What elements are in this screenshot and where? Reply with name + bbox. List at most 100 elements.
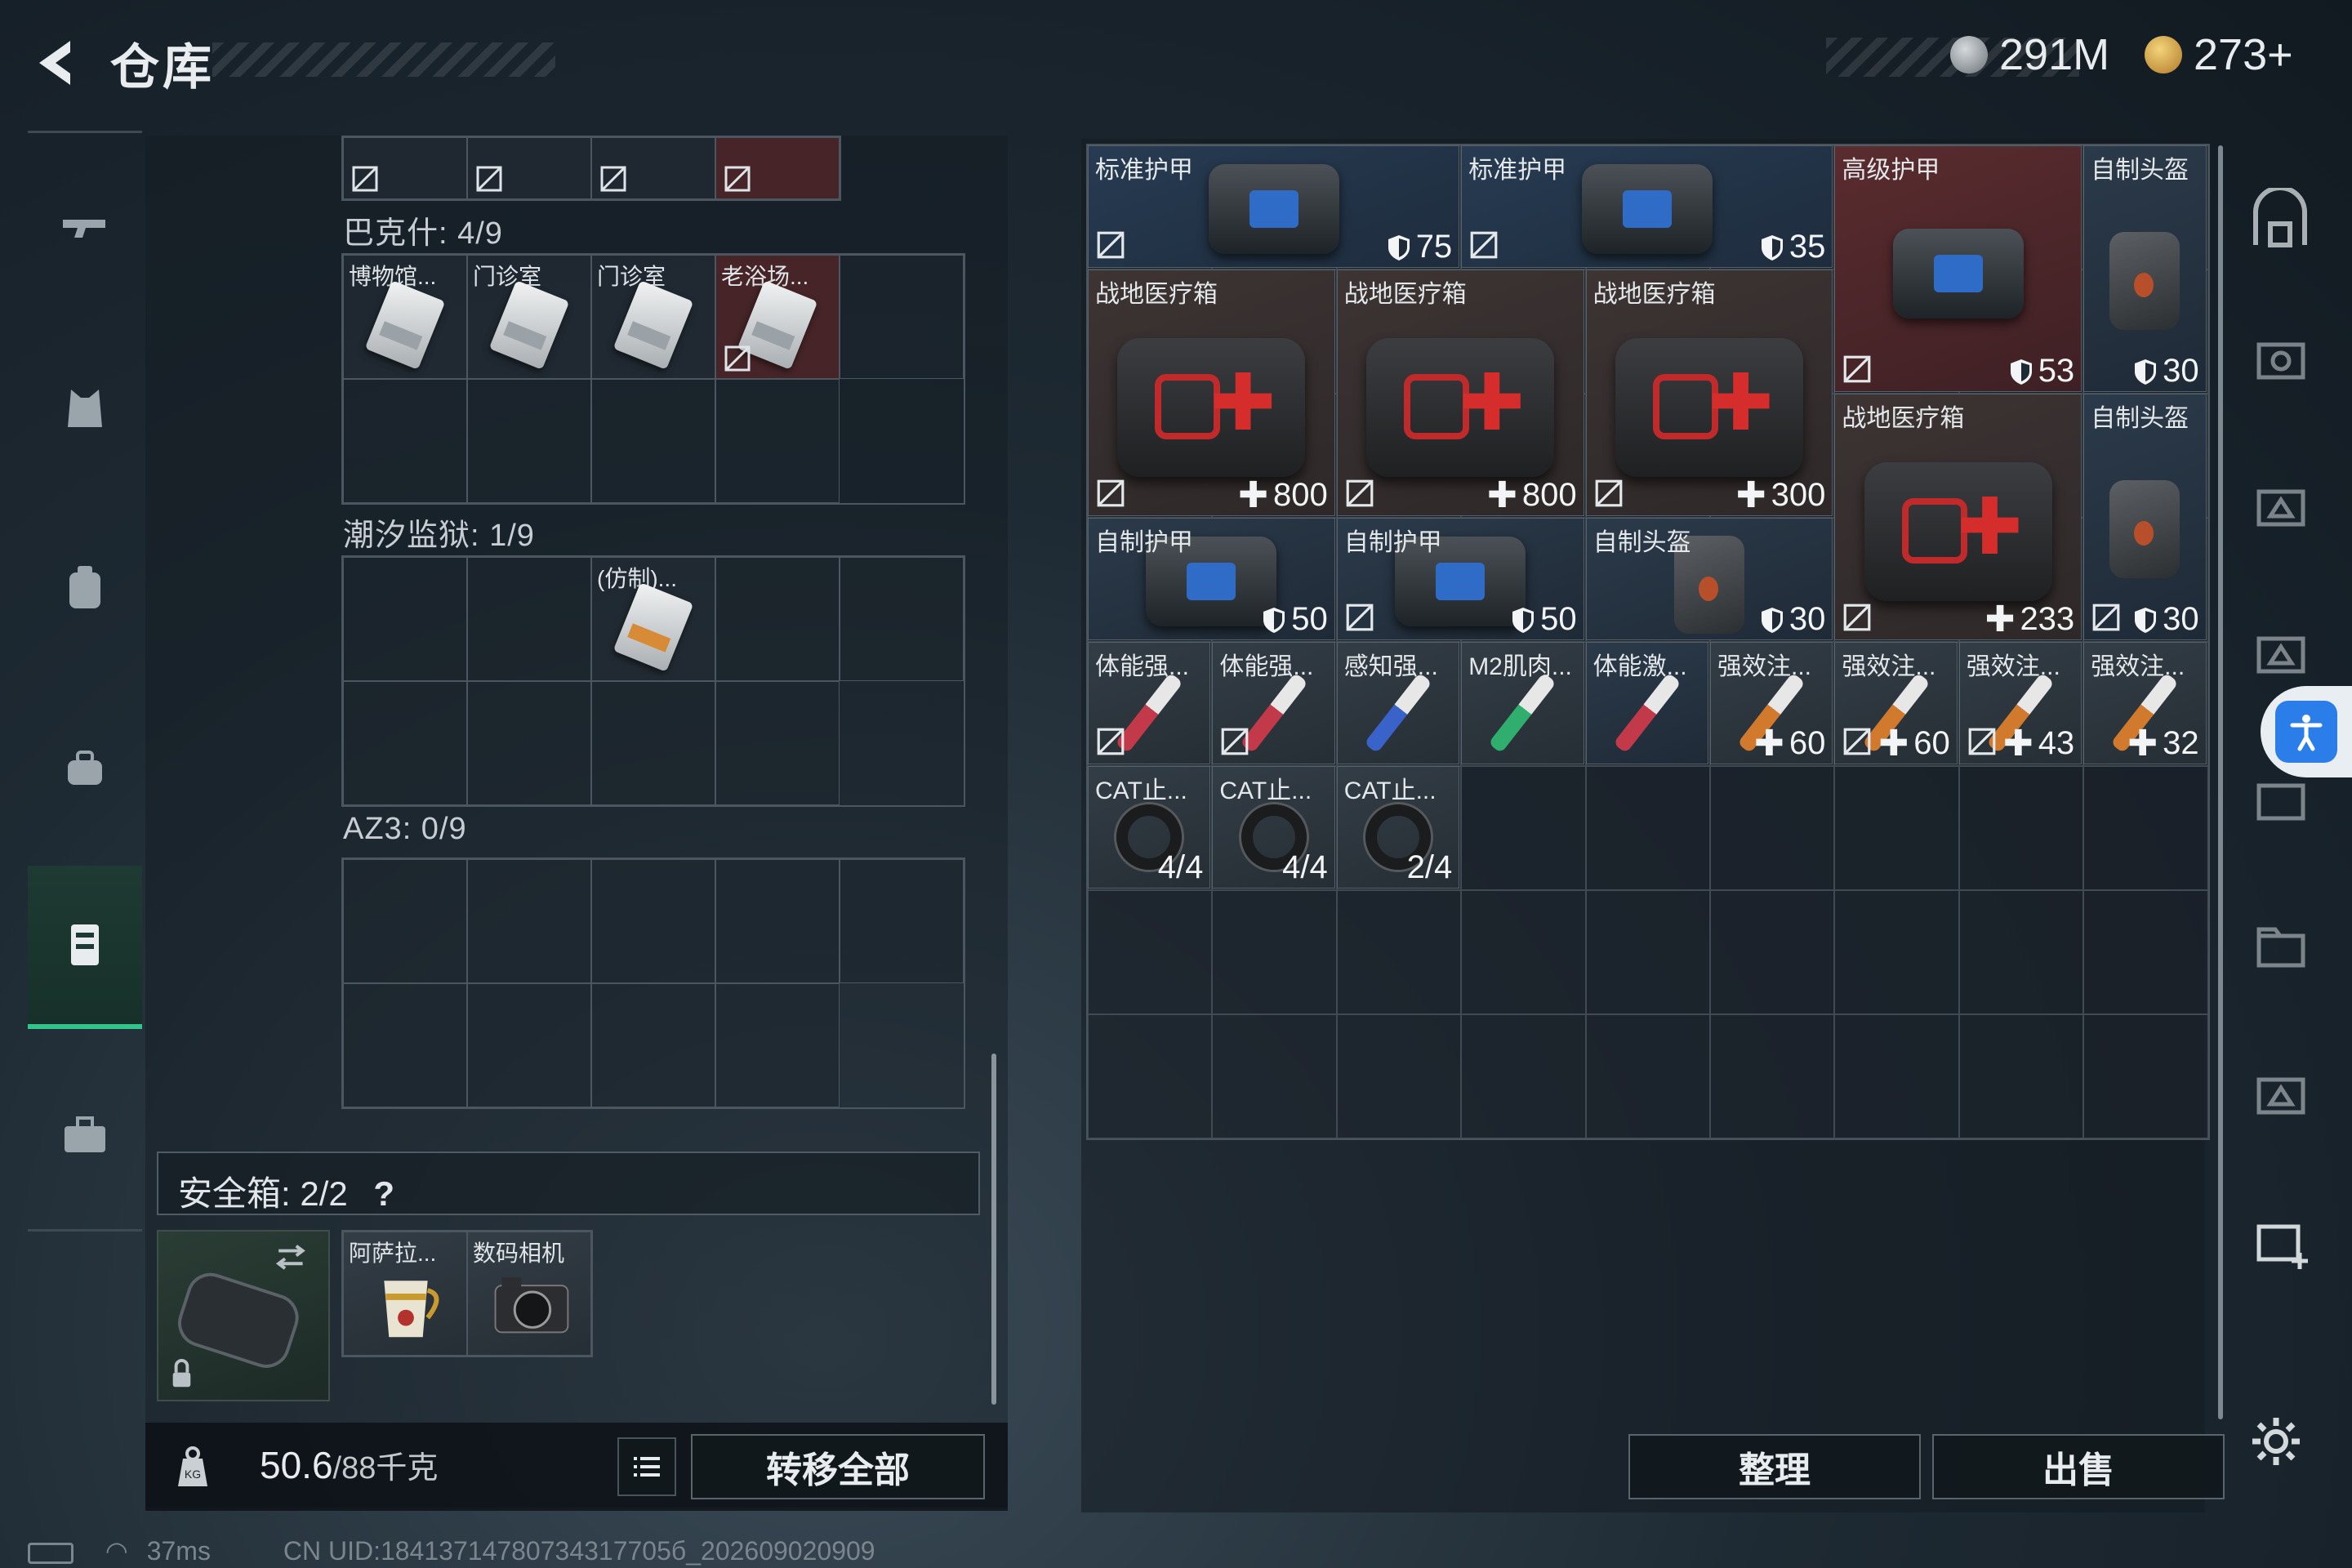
add-storage-page-icon[interactable] [2247,1209,2313,1274]
grid-cell[interactable] [2083,890,2208,1014]
grid-cell[interactable] [1834,1014,1959,1138]
keycard-item[interactable]: 门诊室 [467,255,591,379]
sidebar-item-bag[interactable] [28,686,142,849]
grid-cell[interactable] [1461,766,1586,890]
grid-cell[interactable] [1461,890,1586,1014]
currency-2[interactable]: 273+ [2145,29,2293,80]
grid-cell[interactable] [343,859,467,983]
left-scrollbar[interactable] [991,1054,996,1405]
sidebar-item-backpack[interactable] [28,506,142,670]
grid-cell[interactable] [1585,890,1710,1014]
grid-cell[interactable] [1709,1014,1835,1138]
grid-cell[interactable] [343,557,467,681]
grid-cell[interactable] [591,379,715,503]
grid-cell[interactable] [1585,1014,1710,1138]
storage-item[interactable]: 体能激... [1585,642,1708,764]
storage-item[interactable]: 自制头盔 30 [1585,518,1833,640]
grid-cell[interactable] [840,557,964,681]
grid-cell[interactable] [1709,890,1835,1014]
grid-cell[interactable] [715,557,840,681]
storage-item[interactable]: 高级护甲 53 [1834,145,2082,392]
safebox-item[interactable]: 阿萨拉... [343,1232,467,1356]
storage-item[interactable]: 强效注... ✚ 32 [2083,642,2207,764]
grid-cell[interactable] [467,379,591,503]
storage-item[interactable]: 战地医疗箱 ✚233 [1834,394,2082,640]
storage-item[interactable]: 自制头盔 30 [2083,394,2207,640]
list-view-button[interactable] [617,1437,676,1496]
grid-cell[interactable] [591,681,715,805]
grid-cell[interactable] [2083,1014,2208,1138]
keycard-item[interactable]: (仿制)... [591,557,715,681]
storage-item[interactable]: CAT止... 2/4 [1336,766,1460,889]
storage-page-4-icon[interactable] [2247,621,2313,686]
accessibility-button[interactable] [2261,686,2352,777]
grid-cell[interactable] [467,681,591,805]
keycard-item[interactable]: 博物馆... [343,255,467,379]
grid-cell[interactable] [1336,890,1462,1014]
grid-cell[interactable] [1834,766,1959,890]
sell-button[interactable]: 出售 [1932,1434,2225,1499]
settings-gear-icon[interactable] [2247,1413,2305,1470]
storage-home-icon[interactable] [2247,188,2313,253]
grid-cell[interactable] [343,681,467,805]
grid-cell[interactable] [715,681,840,805]
grid-cell[interactable] [840,255,964,379]
grid-cell[interactable] [715,379,840,503]
sidebar-item-storage[interactable] [28,866,142,1029]
storage-page-2-icon[interactable] [2247,327,2313,392]
grid-cell[interactable] [1336,1014,1462,1138]
grid-cell[interactable] [1834,890,1959,1014]
keycard-item[interactable]: 老浴场... [715,255,840,379]
storage-item[interactable]: 体能强... [1088,642,1211,764]
grid-cell[interactable] [1958,1014,2084,1138]
grid-cell[interactable] [715,137,840,199]
storage-page-7-icon[interactable] [2247,1062,2313,1127]
storage-item[interactable]: 自制头盔 30 [2083,145,2207,392]
grid-cell[interactable] [1088,890,1213,1014]
grid-cell[interactable] [1585,766,1710,890]
grid-cell[interactable] [591,137,715,199]
grid-cell[interactable] [343,379,467,503]
storage-item[interactable]: 战地医疗箱 ✚800 [1336,270,1584,516]
grid-cell[interactable] [343,983,467,1107]
keycard-item[interactable]: 门诊室 [591,255,715,379]
storage-item[interactable]: 强效注... ✚ 43 [1958,642,2082,764]
grid-cell[interactable] [467,859,591,983]
grid-cell[interactable] [591,859,715,983]
storage-item[interactable]: CAT止... 4/4 [1212,766,1335,889]
storage-item[interactable]: CAT止... 4/4 [1088,766,1211,889]
sidebar-item-vest[interactable] [28,327,142,490]
transfer-all-button[interactable]: 转移全部 [691,1434,985,1499]
grid-cell[interactable] [1088,1014,1213,1138]
currency-1[interactable]: 291M [1950,29,2109,80]
grid-cell[interactable] [715,983,840,1107]
grid-cell[interactable] [1709,766,1835,890]
grid-cell[interactable] [467,557,591,681]
sort-button[interactable]: 整理 [1628,1434,1921,1499]
storage-item[interactable]: 感知强... [1336,642,1460,764]
grid-cell[interactable] [1212,890,1337,1014]
storage-item[interactable]: 标准护甲 75 [1088,145,1460,268]
grid-cell[interactable] [1958,766,2084,890]
help-icon[interactable]: ? [373,1174,394,1213]
storage-page-3-icon[interactable] [2247,474,2313,539]
grid-cell[interactable] [1958,890,2084,1014]
grid-cell[interactable] [1461,1014,1586,1138]
storage-item[interactable]: 强效注... ✚ 60 [1710,642,1833,764]
grid-cell[interactable] [343,137,467,199]
grid-cell[interactable] [1212,1014,1337,1138]
storage-item[interactable]: 战地医疗箱 ✚300 [1585,270,1833,516]
back-arrow-icon[interactable] [28,34,85,91]
storage-item[interactable]: 自制护甲 50 [1088,518,1335,640]
storage-item[interactable]: M2肌肉... [1461,642,1584,764]
grid-cell[interactable] [467,137,591,199]
sidebar-item-weapons[interactable] [28,147,142,310]
storage-item[interactable]: 自制护甲 50 [1336,518,1584,640]
grid-cell[interactable] [715,859,840,983]
storage-page-5-icon[interactable] [2247,768,2313,833]
safebox-item[interactable]: 数码相机 [467,1232,591,1356]
storage-item[interactable]: 战地医疗箱 ✚800 [1088,270,1335,516]
grid-cell[interactable] [2083,766,2208,890]
safebox-container[interactable] [157,1230,330,1401]
grid-cell[interactable] [840,859,964,983]
